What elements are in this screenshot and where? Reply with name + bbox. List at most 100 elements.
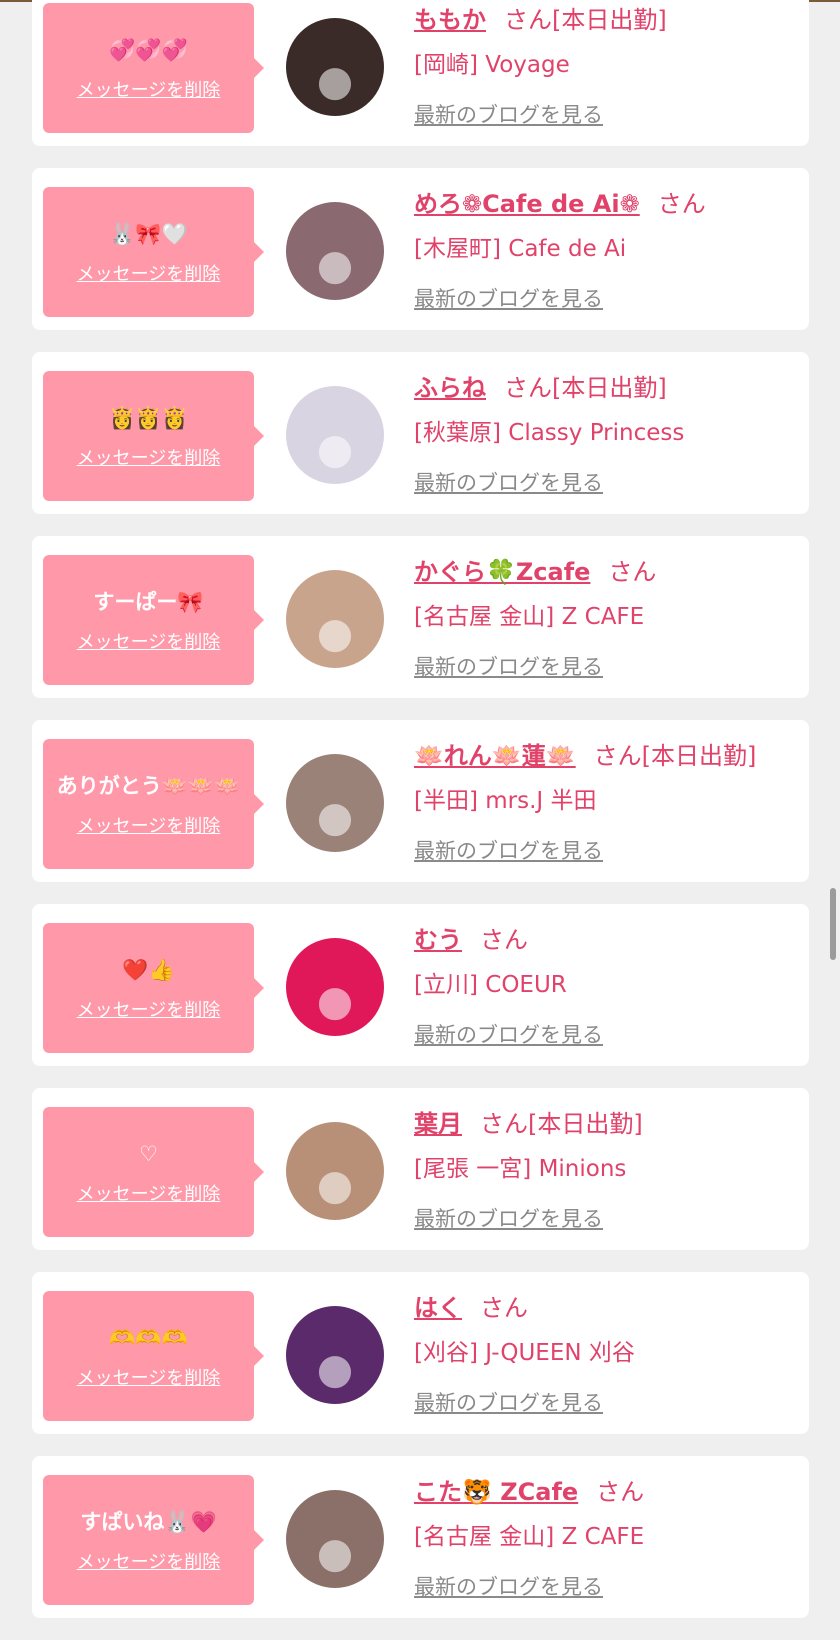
message-bubble: ❤️👍 メッセージを削除 xyxy=(43,923,264,1053)
honorific: さん xyxy=(480,1294,528,1322)
message-card: ♡ メッセージを削除 ● 葉月 さん[本日出勤] [尾張 一宮] Minions … xyxy=(32,1088,809,1250)
honorific: さん xyxy=(657,190,706,218)
avatar[interactable]: ● xyxy=(286,938,384,1036)
delete-message-link[interactable]: メッセージを削除 xyxy=(77,996,221,1022)
honorific: さん xyxy=(504,374,552,402)
cast-info: ももか さん[本日出勤] [岡崎] Voyage 最新のブログを見る xyxy=(414,4,799,129)
message-card: すぱいね🐰💗 メッセージを削除 ● こた🐯 ZCafe さん [名古屋 金山] Z… xyxy=(32,1456,809,1618)
name-line: めろ❁Cafe de Ai❁ さん xyxy=(414,188,799,220)
message-bubble: ありがとう🪷🪷🪷 メッセージを削除 xyxy=(43,739,264,869)
name-line: 🪷れん🪷蓮🪷 さん[本日出勤] xyxy=(414,740,799,772)
message-text: すーぱー🎀 xyxy=(93,590,204,614)
avatar[interactable]: ● xyxy=(286,754,384,852)
honorific: さん xyxy=(593,742,642,770)
delete-message-link[interactable]: メッセージを削除 xyxy=(77,812,221,838)
avatar-silhouette-icon: ● xyxy=(316,1528,354,1577)
cast-info: めろ❁Cafe de Ai❁ さん [木屋町] Cafe de Ai 最新のブログ… xyxy=(414,188,799,313)
status-badge: [本日出勤] xyxy=(552,6,667,34)
status-badge: [本日出勤] xyxy=(528,1110,643,1138)
message-card: 🫶🫶🫶 メッセージを削除 ● はく さん [刈谷] J-QUEEN 刈谷 最新のブ… xyxy=(32,1272,809,1434)
cast-name-link[interactable]: むう xyxy=(414,926,462,954)
cast-name-link[interactable]: 葉月 xyxy=(414,1110,462,1138)
message-text: ありがとう🪷🪷🪷 xyxy=(56,774,241,798)
message-bubble: 💞💞💞 メッセージを削除 xyxy=(43,3,264,133)
avatar-silhouette-icon: ● xyxy=(316,240,354,289)
avatar[interactable]: ● xyxy=(286,18,384,116)
honorific: さん xyxy=(480,1110,528,1138)
message-bubble: すーぱー🎀 メッセージを削除 xyxy=(43,555,264,685)
message-card: すーぱー🎀 メッセージを削除 ● かぐら🍀Zcafe さん [名古屋 金山] Z … xyxy=(32,536,809,698)
honorific: さん xyxy=(480,926,528,954)
message-bubble: すぱいね🐰💗 メッセージを削除 xyxy=(43,1475,264,1605)
latest-blog-link[interactable]: 最新のブログを見る xyxy=(414,99,603,129)
delete-message-link[interactable]: メッセージを削除 xyxy=(77,1548,221,1574)
name-line: はく さん xyxy=(414,1292,799,1324)
name-line: ふらね さん[本日出勤] xyxy=(414,372,799,404)
avatar-silhouette-icon: ● xyxy=(316,424,354,473)
latest-blog-link[interactable]: 最新のブログを見る xyxy=(414,1019,603,1049)
shop-label: [刈谷] J-QUEEN 刈谷 xyxy=(414,1340,635,1366)
cast-name-link[interactable]: はく xyxy=(414,1294,462,1322)
avatar-silhouette-icon: ● xyxy=(316,1160,354,1209)
cast-name-link[interactable]: ふらね xyxy=(414,374,486,402)
cast-name-link[interactable]: 🪷れん🪷蓮🪷 xyxy=(414,742,576,770)
message-card: 👸👸👸 メッセージを削除 ● ふらね さん[本日出勤] [秋葉原] Classy … xyxy=(32,352,809,514)
status-badge: [本日出勤] xyxy=(641,742,757,770)
delete-message-link[interactable]: メッセージを削除 xyxy=(77,1180,221,1206)
cast-info: 🪷れん🪷蓮🪷 さん[本日出勤] [半田] mrs.J 半田 最新のブログを見る xyxy=(414,740,799,865)
cast-info: 葉月 さん[本日出勤] [尾張 一宮] Minions 最新のブログを見る xyxy=(414,1108,799,1233)
name-line: ももか さん[本日出勤] xyxy=(414,4,799,36)
avatar[interactable]: ● xyxy=(286,570,384,668)
message-card: 💞💞💞 メッセージを削除 ● ももか さん[本日出勤] [岡崎] Voyage 最… xyxy=(32,0,809,146)
shop-label: [木屋町] Cafe de Ai xyxy=(414,236,627,262)
avatar-silhouette-icon: ● xyxy=(316,608,354,657)
message-card: ありがとう🪷🪷🪷 メッセージを削除 ● 🪷れん🪷蓮🪷 さん[本日出勤] [半田] … xyxy=(32,720,809,882)
cast-info: はく さん [刈谷] J-QUEEN 刈谷 最新のブログを見る xyxy=(414,1292,799,1417)
latest-blog-link[interactable]: 最新のブログを見る xyxy=(414,1387,603,1417)
avatar[interactable]: ● xyxy=(286,1490,384,1588)
delete-message-link[interactable]: メッセージを削除 xyxy=(77,628,221,654)
honorific: さん xyxy=(504,6,552,34)
avatar-silhouette-icon: ● xyxy=(316,976,354,1025)
message-bubble: ♡ メッセージを削除 xyxy=(43,1107,264,1237)
cast-info: かぐら🍀Zcafe さん [名古屋 金山] Z CAFE 最新のブログを見る xyxy=(414,556,799,681)
avatar[interactable]: ● xyxy=(286,1122,384,1220)
avatar[interactable]: ● xyxy=(286,202,384,300)
message-text: すぱいね🐰💗 xyxy=(80,1510,217,1534)
shop-label: [秋葉原] Classy Princess xyxy=(414,420,685,446)
message-bubble: 🐰🎀🤍 メッセージを削除 xyxy=(43,187,264,317)
cast-name-link[interactable]: かぐら🍀Zcafe xyxy=(414,558,590,586)
delete-message-link[interactable]: メッセージを削除 xyxy=(77,444,221,470)
avatar[interactable]: ● xyxy=(286,1306,384,1404)
message-text: 🐰🎀🤍 xyxy=(109,222,188,246)
status-badge: [本日出勤] xyxy=(552,374,667,402)
message-bubble: 🫶🫶🫶 メッセージを削除 xyxy=(43,1291,264,1421)
latest-blog-link[interactable]: 最新のブログを見る xyxy=(414,835,603,865)
message-bubble: 👸👸👸 メッセージを削除 xyxy=(43,371,264,501)
avatar[interactable]: ● xyxy=(286,386,384,484)
latest-blog-link[interactable]: 最新のブログを見る xyxy=(414,1203,603,1233)
message-text: 👸👸👸 xyxy=(109,406,188,430)
latest-blog-link[interactable]: 最新のブログを見る xyxy=(414,651,603,681)
cast-name-link[interactable]: めろ❁Cafe de Ai❁ xyxy=(414,190,640,218)
cast-name-link[interactable]: こた🐯 ZCafe xyxy=(414,1478,578,1506)
latest-blog-link[interactable]: 最新のブログを見る xyxy=(414,1571,603,1601)
cast-info: こた🐯 ZCafe さん [名古屋 金山] Z CAFE 最新のブログを見る xyxy=(414,1476,799,1601)
message-text: 💞💞💞 xyxy=(109,38,188,62)
shop-label: [半田] mrs.J 半田 xyxy=(414,788,597,814)
avatar-silhouette-icon: ● xyxy=(316,792,354,841)
delete-message-link[interactable]: メッセージを削除 xyxy=(77,260,221,286)
scrollbar[interactable] xyxy=(830,888,836,960)
cast-name-link[interactable]: ももか xyxy=(414,6,486,34)
name-line: こた🐯 ZCafe さん xyxy=(414,1476,799,1508)
latest-blog-link[interactable]: 最新のブログを見る xyxy=(414,283,603,313)
message-card: ❤️👍 メッセージを削除 ● むう さん [立川] COEUR 最新のブログを見る xyxy=(32,904,809,1066)
delete-message-link[interactable]: メッセージを削除 xyxy=(77,1364,221,1390)
message-card: 🐰🎀🤍 メッセージを削除 ● めろ❁Cafe de Ai❁ さん [木屋町] Ca… xyxy=(32,168,809,330)
shop-label: [岡崎] Voyage xyxy=(414,52,570,78)
latest-blog-link[interactable]: 最新のブログを見る xyxy=(414,467,603,497)
cast-info: ふらね さん[本日出勤] [秋葉原] Classy Princess 最新のブログ… xyxy=(414,372,799,497)
message-list: 💞💞💞 メッセージを削除 ● ももか さん[本日出勤] [岡崎] Voyage 最… xyxy=(32,0,809,1640)
honorific: さん xyxy=(596,1478,645,1506)
delete-message-link[interactable]: メッセージを削除 xyxy=(77,76,221,102)
